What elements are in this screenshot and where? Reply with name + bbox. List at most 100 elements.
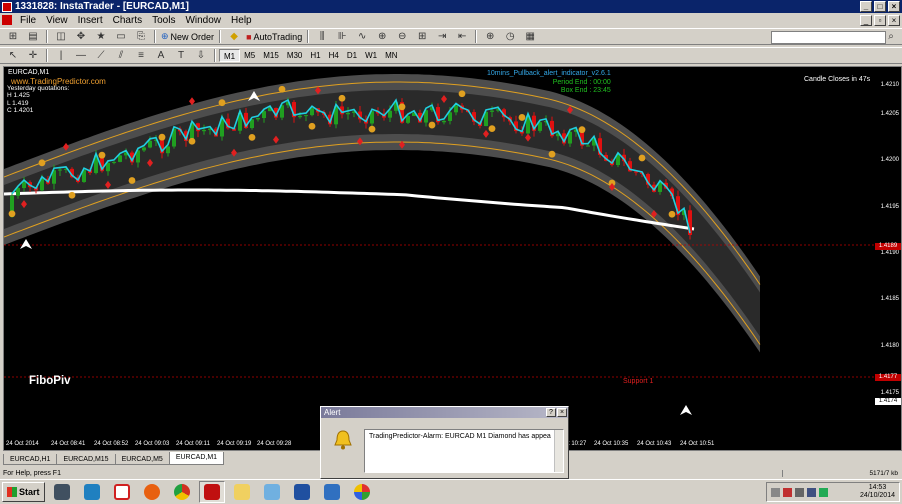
tab-eurcad-m15[interactable]: EURCAD,M15 [56,454,116,465]
shield-tray-icon[interactable] [783,487,792,497]
maximize-button[interactable]: □ [874,1,886,12]
candle-body [58,169,62,171]
tile-windows-icon[interactable]: ⊞ [414,30,430,43]
chart-shift-icon[interactable]: ⇤ [454,30,470,43]
help-button[interactable]: ? [546,408,556,417]
menu-tools[interactable]: Tools [147,15,180,26]
metaeditor-icon[interactable]: ◆ [226,30,242,43]
monitor-tray-icon[interactable] [807,487,816,497]
menu-insert[interactable]: Insert [73,15,108,26]
horizontal-line-icon[interactable]: — [73,49,89,62]
periods-icon[interactable]: ◷ [502,30,518,43]
alert-dialog[interactable]: Alert ? × TradingPredictor-Alarm: EURCAD… [320,406,569,479]
chart-window-icon [2,15,12,25]
trader-icon[interactable] [318,481,345,503]
plus-icon[interactable] [108,481,135,503]
candlestick-icon[interactable]: ⊪ [334,30,350,43]
arrows-icon[interactable]: ⇩ [193,49,209,62]
channel-icon[interactable]: ⫽ [113,49,129,62]
menu-help[interactable]: Help [226,15,257,26]
quote-low: L 1.419 [7,99,29,107]
text-icon[interactable]: A [153,49,169,62]
minimize-button[interactable]: _ [860,1,872,12]
signal-dot [218,99,226,107]
search-input[interactable] [771,31,886,44]
data-window-icon[interactable]: ✥ [73,30,89,43]
timeframe-d1[interactable]: D1 [343,49,361,62]
tab-eurcad-h1[interactable]: EURCAD,H1 [3,454,58,465]
cursor-icon[interactable]: ↖ [5,49,21,62]
autoscroll-icon[interactable]: ⇥ [434,30,450,43]
arrow-tray-icon[interactable] [771,487,780,497]
line-chart-icon[interactable]: ∿ [354,30,370,43]
mdi-restore-button[interactable]: ▫ [874,14,886,26]
timeframe-m30[interactable]: M30 [283,49,307,62]
alert-scrollbar[interactable] [554,430,563,472]
network-tray-icon[interactable] [795,487,804,497]
new-chart-icon[interactable]: ⊞ [5,30,21,43]
timeframe-w1[interactable]: W1 [361,49,381,62]
zoom-in-icon[interactable]: ⊕ [374,30,390,43]
fibonacci-icon[interactable]: ≡ [133,49,149,62]
mdi-close-button[interactable]: × [888,14,900,26]
zoom-out-icon[interactable]: ⊖ [394,30,410,43]
templates-icon[interactable]: ▦ [522,30,538,43]
alert-list[interactable]: TradingPredictor-Alarm: EURCAD M1 Diamon… [364,429,564,473]
signal-dot [98,151,106,159]
indicators-icon[interactable]: ⊕ [482,30,498,43]
crosshair-icon[interactable]: ✛ [25,49,41,62]
price-chart[interactable] [4,67,902,451]
mdi-minimize-button[interactable]: _ [860,14,872,26]
close-button[interactable]: × [888,1,900,12]
firefox-icon[interactable] [138,481,165,503]
trendline-icon[interactable]: ⟋ [93,49,109,62]
menu-bar: File View Insert Charts Tools Window Hel… [0,13,902,27]
bar-chart-icon[interactable]: ⫼ [314,30,330,43]
signal-dot [68,191,76,199]
instatrader-icon[interactable] [198,481,225,503]
timeframe-m1[interactable]: M1 [219,49,241,62]
chrome-icon[interactable] [168,481,195,503]
vertical-line-icon[interactable]: | [53,49,69,62]
label-icon[interactable]: T [173,49,189,62]
market-watch-icon[interactable]: ◫ [53,30,69,43]
price-tick: 1.4205 [880,111,899,117]
timeframe-h1[interactable]: H1 [306,49,324,62]
drawing-toolbar: ↖ ✛ | — ⟋ ⫽ ≡ A T ⇩ M1 M5 M15 M30 H1 H4 … [0,47,902,64]
menu-charts[interactable]: Charts [108,15,147,26]
folder-icon[interactable] [228,481,255,503]
arrow-signal [680,405,692,415]
update-tray-icon[interactable] [819,487,828,497]
profiles-icon[interactable]: ▤ [25,30,41,43]
terminal-icon[interactable]: ▭ [113,30,129,43]
tab-eurcad-m5[interactable]: EURCAD,M5 [114,454,170,465]
picasa-icon[interactable] [348,481,375,503]
search-icon[interactable]: ⌕ [883,30,899,43]
tab-eurcad-m1[interactable]: EURCAD,M1 [168,452,225,465]
windows-flag-icon [7,487,17,497]
alert-close-button[interactable]: × [557,408,567,417]
new-order-button[interactable]: ⊕ New Order [159,31,216,42]
start-button[interactable]: Start [2,482,45,502]
navigator-icon[interactable]: ★ [93,30,109,43]
price-tick: 1.4175 [880,390,899,396]
notepad-icon[interactable] [258,481,285,503]
timeframe-m15[interactable]: M15 [259,49,283,62]
auto-trading-label: AutoTrading [253,31,303,42]
chart-window[interactable]: EURCAD,M1 www.TradingPredictor.com Yeste… [3,66,902,451]
standard-toolbar: ⊞ ▤ ◫ ✥ ★ ▭ ⎘ ⊕ New Order ◆ ■ AutoTrading … [0,28,902,45]
timeframe-h4[interactable]: H4 [325,49,343,62]
menu-window[interactable]: Window [180,15,226,26]
timeframe-m5[interactable]: M5 [240,49,259,62]
start-label: Start [19,487,40,497]
price-tick: 1.4190 [880,250,899,256]
tool-icon[interactable] [78,481,105,503]
windows-media-icon[interactable] [48,481,75,503]
time-tick: 24 Oct 09:11 [176,441,210,447]
strategy-tester-icon[interactable]: ⎘ [133,30,149,43]
menu-view[interactable]: View [41,15,73,26]
menu-file[interactable]: File [15,15,41,26]
auto-trading-button[interactable]: ■ AutoTrading [244,32,304,42]
timeframe-mn[interactable]: MN [381,49,401,62]
explorer-icon[interactable] [288,481,315,503]
